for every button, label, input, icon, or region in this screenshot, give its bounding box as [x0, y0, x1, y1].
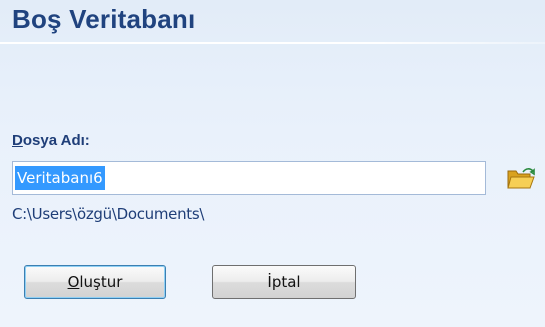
browse-folder-button[interactable]: [506, 166, 536, 192]
file-name-label-text: osya Adı:: [22, 132, 90, 149]
cancel-button[interactable]: İptal: [212, 265, 356, 299]
file-name-label: Dosya Adı:: [12, 132, 90, 149]
cancel-button-label: İptal: [267, 273, 301, 291]
folder-path-text: C:\Users\özgü\Documents\: [12, 205, 205, 223]
file-name-label-accelerator: D: [12, 132, 23, 149]
create-button-label: luştur: [79, 273, 123, 291]
pane-title: Boş Veritabanı: [12, 4, 196, 34]
create-button[interactable]: Oluştur: [24, 265, 166, 299]
create-button-accelerator: O: [67, 273, 80, 291]
blank-database-pane: Boş Veritabanı Dosya Adı: Veritabanı6 C:…: [0, 0, 545, 327]
title-divider: [0, 42, 545, 44]
folder-open-icon: [507, 168, 535, 189]
file-name-selected-text[interactable]: Veritabanı6: [15, 166, 105, 190]
